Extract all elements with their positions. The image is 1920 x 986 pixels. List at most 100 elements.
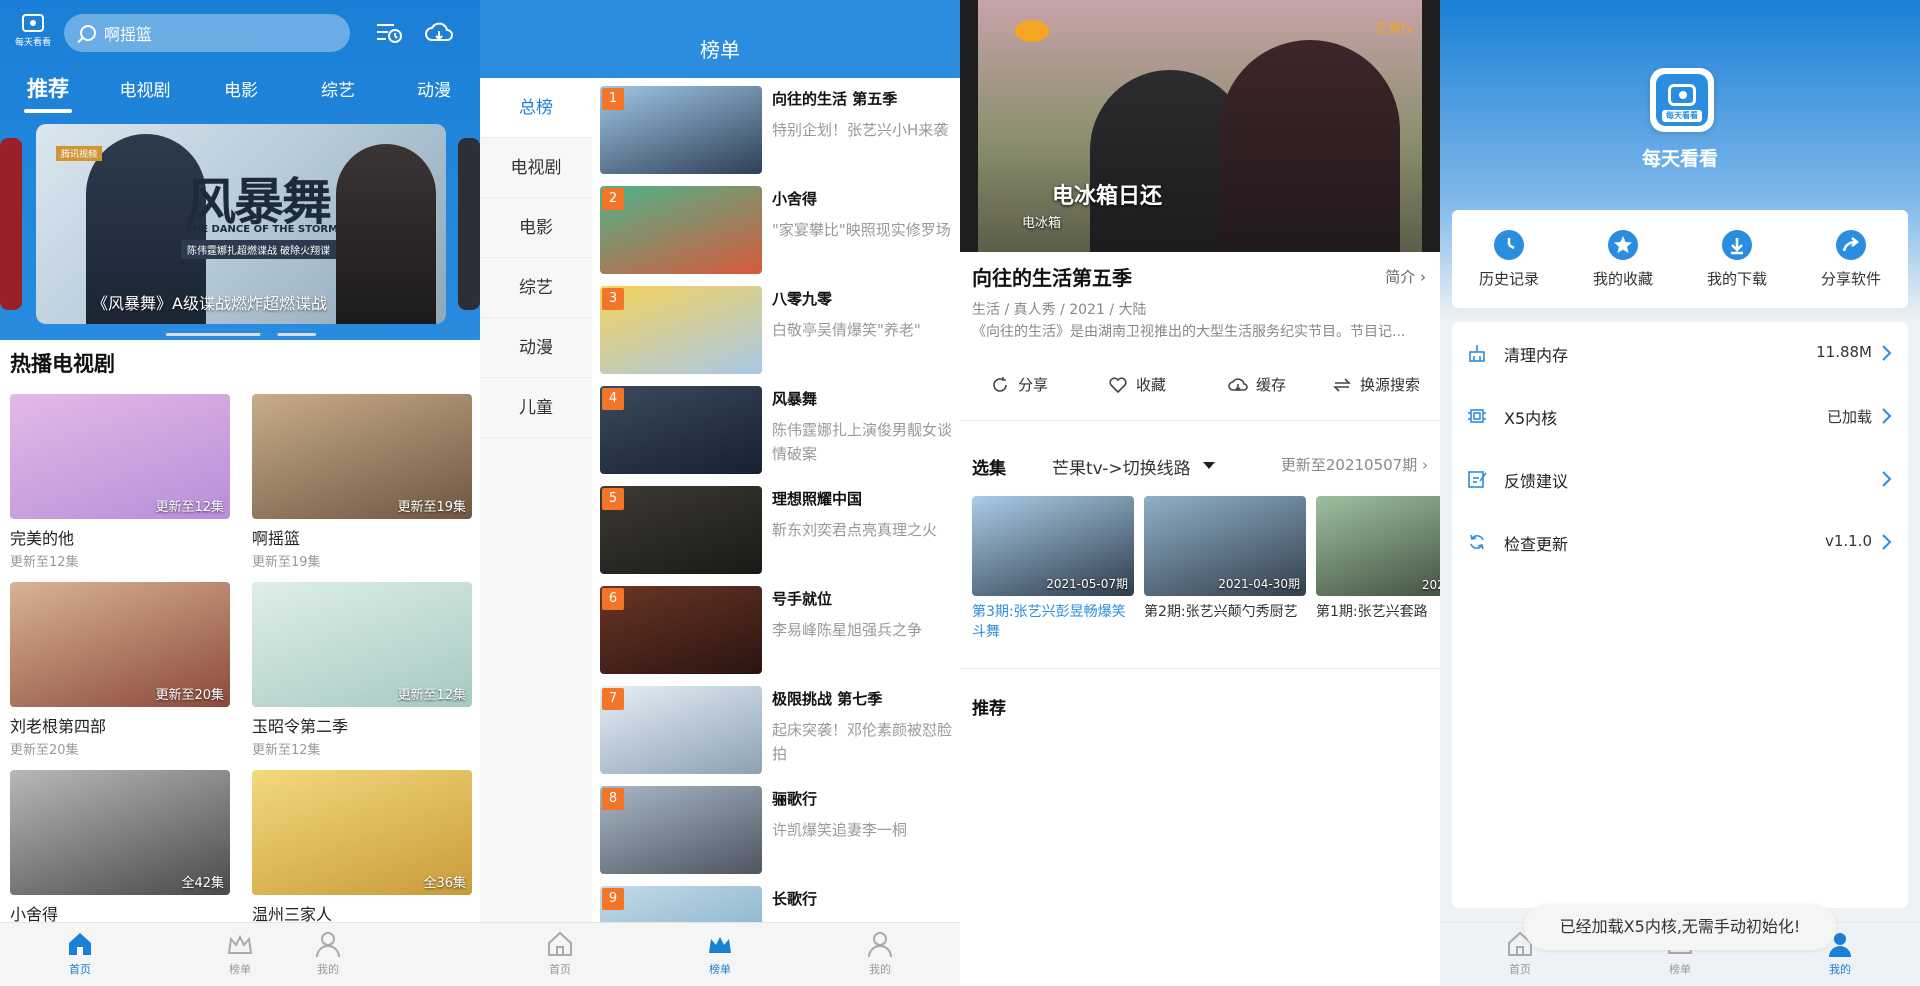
nav-home[interactable]: 首页 — [520, 929, 600, 977]
edit-icon — [1466, 468, 1488, 490]
drama-overlay: 全42集 — [181, 876, 224, 891]
nav-profile[interactable]: 我的 — [840, 929, 920, 977]
menu-clear-memory[interactable]: 清理内存 11.88M — [1452, 322, 1908, 385]
tab-variety[interactable]: 综艺 — [318, 76, 358, 101]
ranking-item[interactable]: 5 理想照耀中国 靳东刘奕君点亮真理之火 — [600, 486, 960, 578]
episode-item[interactable]: 2021-04-30期 第2期:张艺兴颠勺秀厨艺 — [1144, 496, 1306, 622]
ranking-item[interactable]: 8 骊歌行 许凯爆笑追妻李一桐 — [600, 786, 960, 878]
nav-profile-label: 我的 — [317, 963, 339, 976]
ranking-item-title: 小舍得 — [772, 190, 818, 208]
drama-card[interactable]: 更新至12集 完美的他 更新至12集 — [10, 394, 230, 570]
drama-card[interactable]: 更新至20集 刘老根第四部 更新至20集 — [10, 582, 230, 758]
broom-icon — [1466, 342, 1488, 364]
menu-feedback[interactable]: 反馈建议 — [1452, 448, 1908, 511]
drama-meta: 更新至20集 — [10, 743, 79, 758]
ranking-category[interactable]: 儿童 — [480, 378, 592, 438]
banner-subtitle: 陈伟霆娜扎超燃谍战 破除火翔谍 — [181, 240, 337, 259]
episode-thumbnail: 2021-04-30期 — [1144, 496, 1306, 596]
cache-button[interactable]: 缓存 — [1228, 374, 1286, 395]
ranking-thumbnail: 1 — [600, 86, 762, 174]
update-link[interactable]: 更新至20210507期 › — [1281, 454, 1428, 475]
ranking-item-desc: 白敬亭吴倩爆笑"养老" — [772, 321, 921, 339]
user-icon — [868, 932, 892, 958]
share-button[interactable]: 分享 — [990, 374, 1048, 395]
favorite-button[interactable]: 收藏 — [1108, 374, 1166, 395]
favorites-button[interactable]: 我的收藏 — [1566, 230, 1680, 289]
detail-title: 向往的生活第五季 — [972, 266, 1132, 290]
ranking-item[interactable]: 1 向往的生活 第五季 特别企划！张艺兴小H来袭 — [600, 86, 960, 178]
menu-label: 清理内存 — [1504, 346, 1569, 365]
rank-badge: 9 — [602, 888, 624, 910]
history-button[interactable]: 历史记录 — [1452, 230, 1566, 289]
episode-date: 2021-04 — [1421, 578, 1440, 592]
intro-label: 简介 — [1385, 268, 1416, 286]
rank-badge: 6 — [602, 588, 624, 610]
ranking-category[interactable]: 综艺 — [480, 258, 592, 318]
episodes-label: 选集 — [972, 459, 1006, 479]
banner-main[interactable]: 腾讯视频 风暴舞 THE DANCE OF THE STORM 陈伟霆娜扎超燃谍… — [36, 124, 446, 324]
nav-home[interactable]: 首页 — [40, 929, 120, 977]
ranking-item[interactable]: 6 号手就位 李易峰陈星旭强兵之争 — [600, 586, 960, 678]
user-icon — [316, 932, 340, 958]
tab-movie[interactable]: 电影 — [221, 76, 261, 101]
tab-anime[interactable]: 动漫 — [414, 76, 454, 101]
ranking-item[interactable]: 3 八零九零 白敬亭吴倩爆笑"养老" — [600, 286, 960, 378]
banner-indicator — [166, 333, 316, 336]
episode-thumbnail: 2021-04 — [1316, 496, 1440, 596]
episode-date: 2021-04-30期 — [1218, 577, 1300, 591]
share-app-label: 分享软件 — [1820, 270, 1881, 288]
video-player[interactable]: 芒果tv 电冰箱日还 电冰箱 — [960, 0, 1440, 252]
ranking-item[interactable]: 2 小舍得 "家宴攀比"映照现实修罗场 — [600, 186, 960, 278]
drama-meta: 更新至19集 — [252, 555, 321, 570]
nav-profile[interactable]: 我的 — [288, 929, 368, 977]
ranking-category[interactable]: 电视剧 — [480, 138, 592, 198]
home-icon — [548, 931, 572, 956]
nav-ranking[interactable]: 榜单 — [680, 929, 760, 977]
episode-item[interactable]: 2021-04 第1期:张艺兴套路 — [1316, 496, 1440, 622]
nav-ranking[interactable]: 榜单 — [200, 929, 280, 977]
refresh-icon — [1466, 531, 1488, 553]
home-header: 每天看看 啊摇篮 推荐 电视剧 电影 综艺 动漫 腾讯视频 风暴舞 THE DA… — [0, 0, 480, 390]
history-label: 历史记录 — [1478, 270, 1539, 288]
intro-button[interactable]: 简介 › — [1385, 266, 1426, 287]
home-body: 热播电视剧 更新至12集 完美的他 更新至12集 更新至19集 啊摇篮 更新至19集 更新至… — [0, 340, 480, 924]
ranking-item[interactable]: 7 极限挑战 第七季 起床突袭！邓伦素颜被怼脸拍 — [600, 686, 960, 778]
drama-name: 完美的他 — [10, 529, 75, 548]
menu-check-update[interactable]: 检查更新 v1.1.0 — [1452, 511, 1908, 574]
share-app-button[interactable]: 分享软件 — [1794, 230, 1908, 289]
episode-item[interactable]: 2021-05-07期 第3期:张艺兴彭昱畅爆笑斗舞 — [972, 496, 1134, 642]
switch-source-button[interactable]: 换源搜索 — [1332, 374, 1420, 395]
ranking-item-title: 风暴舞 — [772, 390, 818, 408]
banner-caption: 《风暴舞》A级谍战燃炸超燃谍战 — [92, 294, 327, 313]
ranking-item-title: 号手就位 — [772, 590, 833, 608]
tab-recommend[interactable]: 推荐 — [24, 73, 72, 113]
cloud-download-icon[interactable] — [424, 20, 454, 46]
cloud-download-icon — [1228, 377, 1248, 391]
ranking-screen: 榜单 总榜 电视剧 电影 综艺 动漫 儿童 1 向往的生活 第五季 特别企划！张艺兴小H来袭 2… — [480, 0, 960, 986]
cache-label: 缓存 — [1256, 376, 1287, 394]
downloads-button[interactable]: 我的下载 — [1680, 230, 1794, 289]
ranking-category[interactable]: 总榜 — [480, 78, 592, 138]
tab-tv[interactable]: 电视剧 — [115, 76, 175, 101]
ranking-category[interactable]: 动漫 — [480, 318, 592, 378]
video-watermark: 芒果tv — [1375, 22, 1414, 37]
ranking-item[interactable]: 4 风暴舞 陈伟霆娜扎上演俊男靓女谈情破案 — [600, 386, 960, 478]
banner-carousel[interactable]: 腾讯视频 风暴舞 THE DANCE OF THE STORM 陈伟霆娜扎超燃谍… — [0, 124, 480, 324]
source-dropdown[interactable]: 芒果tv->切换线路 — [1052, 454, 1215, 479]
ranking-item-desc: 陈伟霆娜扎上演俊男靓女谈情破案 — [772, 421, 953, 463]
search-input[interactable]: 啊摇篮 — [64, 14, 350, 52]
ranking-item-desc: 起床突袭！邓伦素颜被怼脸拍 — [772, 721, 953, 763]
nav-profile-label: 我的 — [1829, 963, 1851, 976]
drama-card[interactable]: 全36集 温州三家人 — [252, 770, 472, 927]
drama-overlay: 更新至12集 — [397, 688, 466, 703]
search-placeholder: 啊摇篮 — [104, 25, 153, 44]
home-screen: 每天看看 啊摇篮 推荐 电视剧 电影 综艺 动漫 腾讯视频 风暴舞 THE DA… — [0, 0, 480, 986]
menu-x5-kernel[interactable]: X5内核 已加载 — [1452, 385, 1908, 448]
drama-card[interactable]: 更新至12集 玉昭令第二季 更新至12集 — [252, 582, 472, 758]
history-list-icon[interactable] — [374, 20, 404, 46]
ranking-category[interactable]: 电影 — [480, 198, 592, 258]
switch-icon — [1333, 377, 1351, 392]
drama-card[interactable]: 更新至19集 啊摇篮 更新至19集 — [252, 394, 472, 570]
drama-meta: 更新至12集 — [10, 555, 79, 570]
drama-card[interactable]: 全42集 小舍得 — [10, 770, 230, 927]
